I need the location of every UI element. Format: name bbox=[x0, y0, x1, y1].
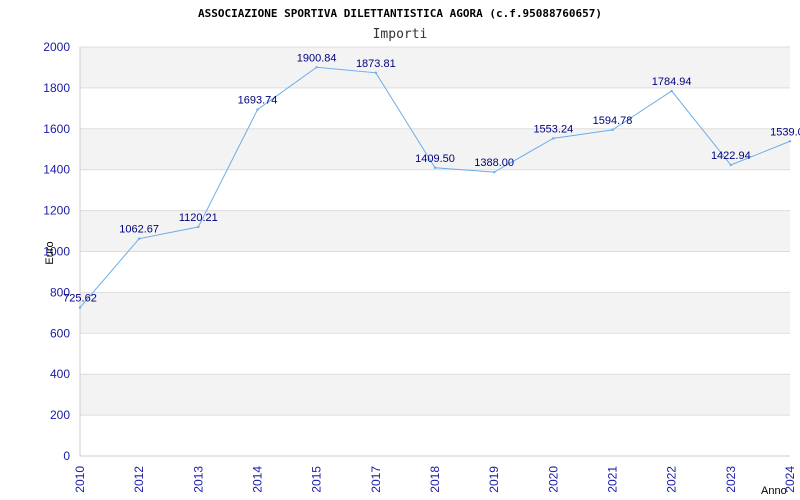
grid-band bbox=[80, 169, 790, 211]
data-label: 1409.50 bbox=[415, 153, 455, 165]
x-tick-label: 2022 bbox=[665, 466, 679, 493]
data-point bbox=[197, 225, 200, 229]
y-tick-label: 1600 bbox=[43, 122, 70, 136]
chart-title: ASSOCIAZIONE SPORTIVA DILETTANTISTICA AG… bbox=[198, 7, 602, 20]
y-tick-label: 1200 bbox=[43, 204, 70, 218]
y-axis-label: Euro bbox=[44, 241, 56, 264]
grid-band bbox=[80, 374, 790, 416]
data-point bbox=[256, 108, 259, 111]
x-tick-label: 2021 bbox=[606, 466, 620, 493]
y-tick-label: 200 bbox=[50, 408, 70, 422]
x-axis-label: Anno bbox=[761, 485, 787, 497]
grid-band bbox=[80, 333, 790, 375]
grid-band bbox=[80, 87, 790, 129]
data-point bbox=[374, 71, 378, 75]
x-tick-label: 2020 bbox=[546, 466, 560, 493]
y-tick-label: 600 bbox=[50, 326, 70, 340]
data-label: 1388.00 bbox=[474, 157, 514, 169]
data-point bbox=[315, 66, 318, 69]
data-label: 1784.94 bbox=[652, 76, 692, 88]
data-point bbox=[729, 163, 733, 167]
data-label: 1594.78 bbox=[593, 115, 633, 127]
x-tick-label: 2014 bbox=[251, 466, 265, 493]
x-tick-label: 2019 bbox=[487, 466, 501, 493]
grid-band bbox=[80, 415, 790, 456]
x-tick-label: 2015 bbox=[310, 466, 324, 493]
data-label: 1693.74 bbox=[238, 95, 278, 107]
x-tick-label: 2013 bbox=[191, 466, 205, 493]
grid-band bbox=[80, 251, 790, 293]
data-point bbox=[611, 128, 614, 132]
data-point bbox=[78, 306, 82, 309]
data-point bbox=[137, 237, 141, 240]
data-label: 1120.21 bbox=[179, 212, 218, 224]
x-tick-label: 2012 bbox=[132, 466, 146, 493]
grid-band bbox=[80, 292, 790, 334]
data-label: 1539.00 bbox=[770, 126, 800, 138]
data-point bbox=[433, 166, 437, 169]
x-tick-label: 2010 bbox=[73, 466, 87, 493]
chart: ASSOCIAZIONE SPORTIVA DILETTANTISTICA AG… bbox=[43, 7, 800, 497]
chart-subtitle: Importi bbox=[373, 27, 428, 42]
y-tick-label: 1800 bbox=[43, 81, 70, 95]
data-label: 1422.94 bbox=[711, 150, 751, 162]
y-tick-label: 1400 bbox=[43, 163, 70, 177]
x-tick-label: 2023 bbox=[724, 466, 738, 493]
data-point bbox=[492, 170, 496, 174]
y-tick-label: 2000 bbox=[43, 40, 70, 54]
y-tick-label: 400 bbox=[50, 367, 70, 381]
data-point bbox=[788, 140, 792, 143]
plot-area: 0200400600800100012001400160018002000201… bbox=[43, 40, 800, 493]
data-label: 1553.24 bbox=[533, 123, 573, 135]
data-label: 725.62 bbox=[63, 293, 97, 305]
x-tick-label: 2017 bbox=[369, 466, 383, 493]
data-label: 1873.81 bbox=[356, 58, 396, 70]
data-label: 1062.67 bbox=[119, 224, 159, 236]
x-tick-label: 2018 bbox=[428, 466, 442, 493]
data-label: 1900.84 bbox=[297, 52, 337, 64]
data-point bbox=[670, 89, 673, 93]
y-tick-label: 0 bbox=[63, 449, 70, 463]
data-point bbox=[552, 137, 555, 140]
